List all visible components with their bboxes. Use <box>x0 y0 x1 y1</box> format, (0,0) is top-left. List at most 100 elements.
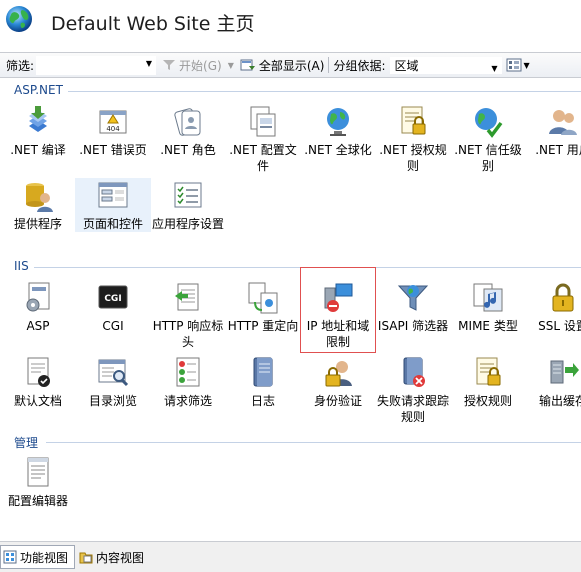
chevron-down-icon[interactable]: ▼ <box>146 59 152 68</box>
svg-text:CGI: CGI <box>104 294 121 304</box>
chevron-down-icon[interactable]: ▼ <box>491 60 497 77</box>
show-all-label: 全部显示(A) <box>258 58 325 73</box>
feature-label: .NET 错误页 <box>79 143 147 157</box>
feature-label: 配置编辑器 <box>7 494 68 508</box>
feature-label: CGI <box>102 319 124 333</box>
feature-label: HTTP 响应标头 <box>152 319 224 349</box>
feature-label: 身份验证 <box>313 394 362 408</box>
feature-providers[interactable]: 提供程序 <box>0 178 76 232</box>
feature-logging[interactable]: 日志 <box>225 355 301 409</box>
compile-icon <box>29 106 47 132</box>
show-all-button[interactable]: 全部显示(A) <box>240 57 325 74</box>
feature-label: 目录浏览 <box>88 394 137 408</box>
authentication-icon <box>325 361 352 387</box>
group-by-label: 分组依据: <box>333 58 386 73</box>
feature-net-error-pages[interactable]: 404 .NET 错误页 <box>75 104 151 158</box>
feature-net-roles[interactable]: .NET 角色 <box>150 104 226 158</box>
feature-net-profile[interactable]: .NET 配置文件 <box>225 104 301 174</box>
users-icon <box>549 110 577 135</box>
feature-request-filtering[interactable]: 请求筛选 <box>150 355 226 409</box>
feature-cgi[interactable]: CGI CGI <box>75 280 151 334</box>
feature-label: 提供程序 <box>13 217 62 231</box>
header: Default Web Site 主页 <box>0 0 581 46</box>
feature-config-editor[interactable]: 配置编辑器 <box>0 455 76 509</box>
feature-authorization-rules[interactable]: 授权规则 <box>450 355 526 409</box>
svg-text:404: 404 <box>106 125 120 133</box>
feature-ssl-settings[interactable]: SSL 设置 <box>525 280 581 334</box>
feature-net-trust-levels[interactable]: .NET 信任级别 <box>450 104 526 174</box>
group-divider <box>46 442 581 443</box>
chevron-down-icon: ▼ <box>227 60 234 70</box>
feature-label: ISAPI 筛选器 <box>377 319 449 333</box>
feature-label: MIME 类型 <box>458 319 518 333</box>
feature-label: 日志 <box>250 394 275 408</box>
mime-types-icon <box>473 283 503 312</box>
feature-net-compile[interactable]: .NET 编译 <box>0 104 76 158</box>
feature-net-authorization[interactable]: .NET 授权规则 <box>375 104 451 174</box>
funnel-icon <box>163 60 176 70</box>
feature-directory-browsing[interactable]: 目录浏览 <box>75 355 151 409</box>
pages-controls-icon <box>98 182 128 208</box>
feature-label: 授权规则 <box>463 394 512 408</box>
start-label: 开始(G) <box>179 58 222 73</box>
feature-net-globalization[interactable]: .NET 全球化 <box>300 104 376 158</box>
http-headers-icon <box>175 283 199 311</box>
group-by-select[interactable]: 区域 ▼ <box>389 56 502 77</box>
feature-authentication[interactable]: 身份验证 <box>300 355 376 409</box>
error-page-icon: 404 <box>99 110 127 134</box>
feature-label: .NET 用户 <box>535 143 581 157</box>
authorization-rules-icon <box>476 357 501 386</box>
feature-label: 页面和控件 <box>82 217 143 231</box>
authorization-icon <box>401 106 426 135</box>
feature-mime-types[interactable]: MIME 类型 <box>450 280 526 334</box>
filter-input[interactable]: ▼ <box>36 55 157 75</box>
group-header-aspnet: ASP.NET <box>14 83 63 97</box>
group-title: ASP.NET <box>14 83 63 97</box>
globalization-icon <box>327 108 349 136</box>
features-view-icon <box>3 550 17 564</box>
feature-pages-controls[interactable]: 页面和控件 <box>75 178 151 232</box>
toolbar-separator <box>328 57 330 73</box>
feature-isapi-filters[interactable]: ISAPI 筛选器 <box>375 280 451 334</box>
content-view-icon <box>79 552 93 564</box>
globe-icon <box>6 6 32 32</box>
feature-ip-restrictions[interactable]: IP 地址和域限制 <box>300 267 376 353</box>
view-mode-button[interactable]: ▼ <box>506 58 530 72</box>
filter-label: 筛选: <box>6 58 35 73</box>
feature-http-redirect[interactable]: HTTP 重定向 <box>225 280 301 334</box>
feature-label: .NET 配置文件 <box>229 143 297 173</box>
feature-asp[interactable]: ASP <box>0 280 76 334</box>
view-grid-icon <box>506 58 521 72</box>
tab-content-view[interactable]: 内容视图 <box>77 546 150 568</box>
http-redirect-icon <box>248 282 278 314</box>
config-editor-icon <box>27 457 49 487</box>
chevron-down-icon: ▼ <box>523 60 530 70</box>
group-title: 管理 <box>14 436 39 450</box>
page-title: Default Web Site 主页 <box>51 13 255 35</box>
roles-icon <box>174 108 201 136</box>
group-header-manage: 管理 <box>14 434 38 451</box>
view-switcher: 功能视图 内容视图 <box>0 541 581 572</box>
feature-default-document[interactable]: 默认文档 <box>0 355 76 409</box>
feature-label: 输出缓存 <box>538 394 581 408</box>
feature-failed-request-tracing[interactable]: 失败请求跟踪规则 <box>375 355 451 425</box>
feature-app-settings[interactable]: 应用程序设置 <box>150 178 226 232</box>
feature-label: ASP <box>26 319 50 333</box>
failed-request-icon <box>403 357 425 387</box>
providers-icon <box>26 183 53 212</box>
feature-output-caching[interactable]: 输出缓存 <box>525 355 581 409</box>
directory-browsing-icon <box>98 359 129 387</box>
feature-label: .NET 授权规则 <box>379 143 447 173</box>
trust-level-icon <box>475 108 503 138</box>
feature-net-users[interactable]: .NET 用户 <box>525 104 581 158</box>
feature-http-headers[interactable]: HTTP 响应标头 <box>150 280 226 350</box>
isapi-filters-icon <box>397 285 429 311</box>
start-button[interactable]: 开始(G) ▼ <box>162 57 234 74</box>
feature-label: 默认文档 <box>13 394 62 408</box>
asp-icon <box>26 282 50 312</box>
tab-features-view[interactable]: 功能视图 <box>0 545 76 569</box>
feature-label: IP 地址和域限制 <box>306 319 370 349</box>
feature-label: 请求筛选 <box>163 394 212 408</box>
group-header-iis: IIS <box>14 259 29 273</box>
show-all-icon <box>240 59 255 71</box>
